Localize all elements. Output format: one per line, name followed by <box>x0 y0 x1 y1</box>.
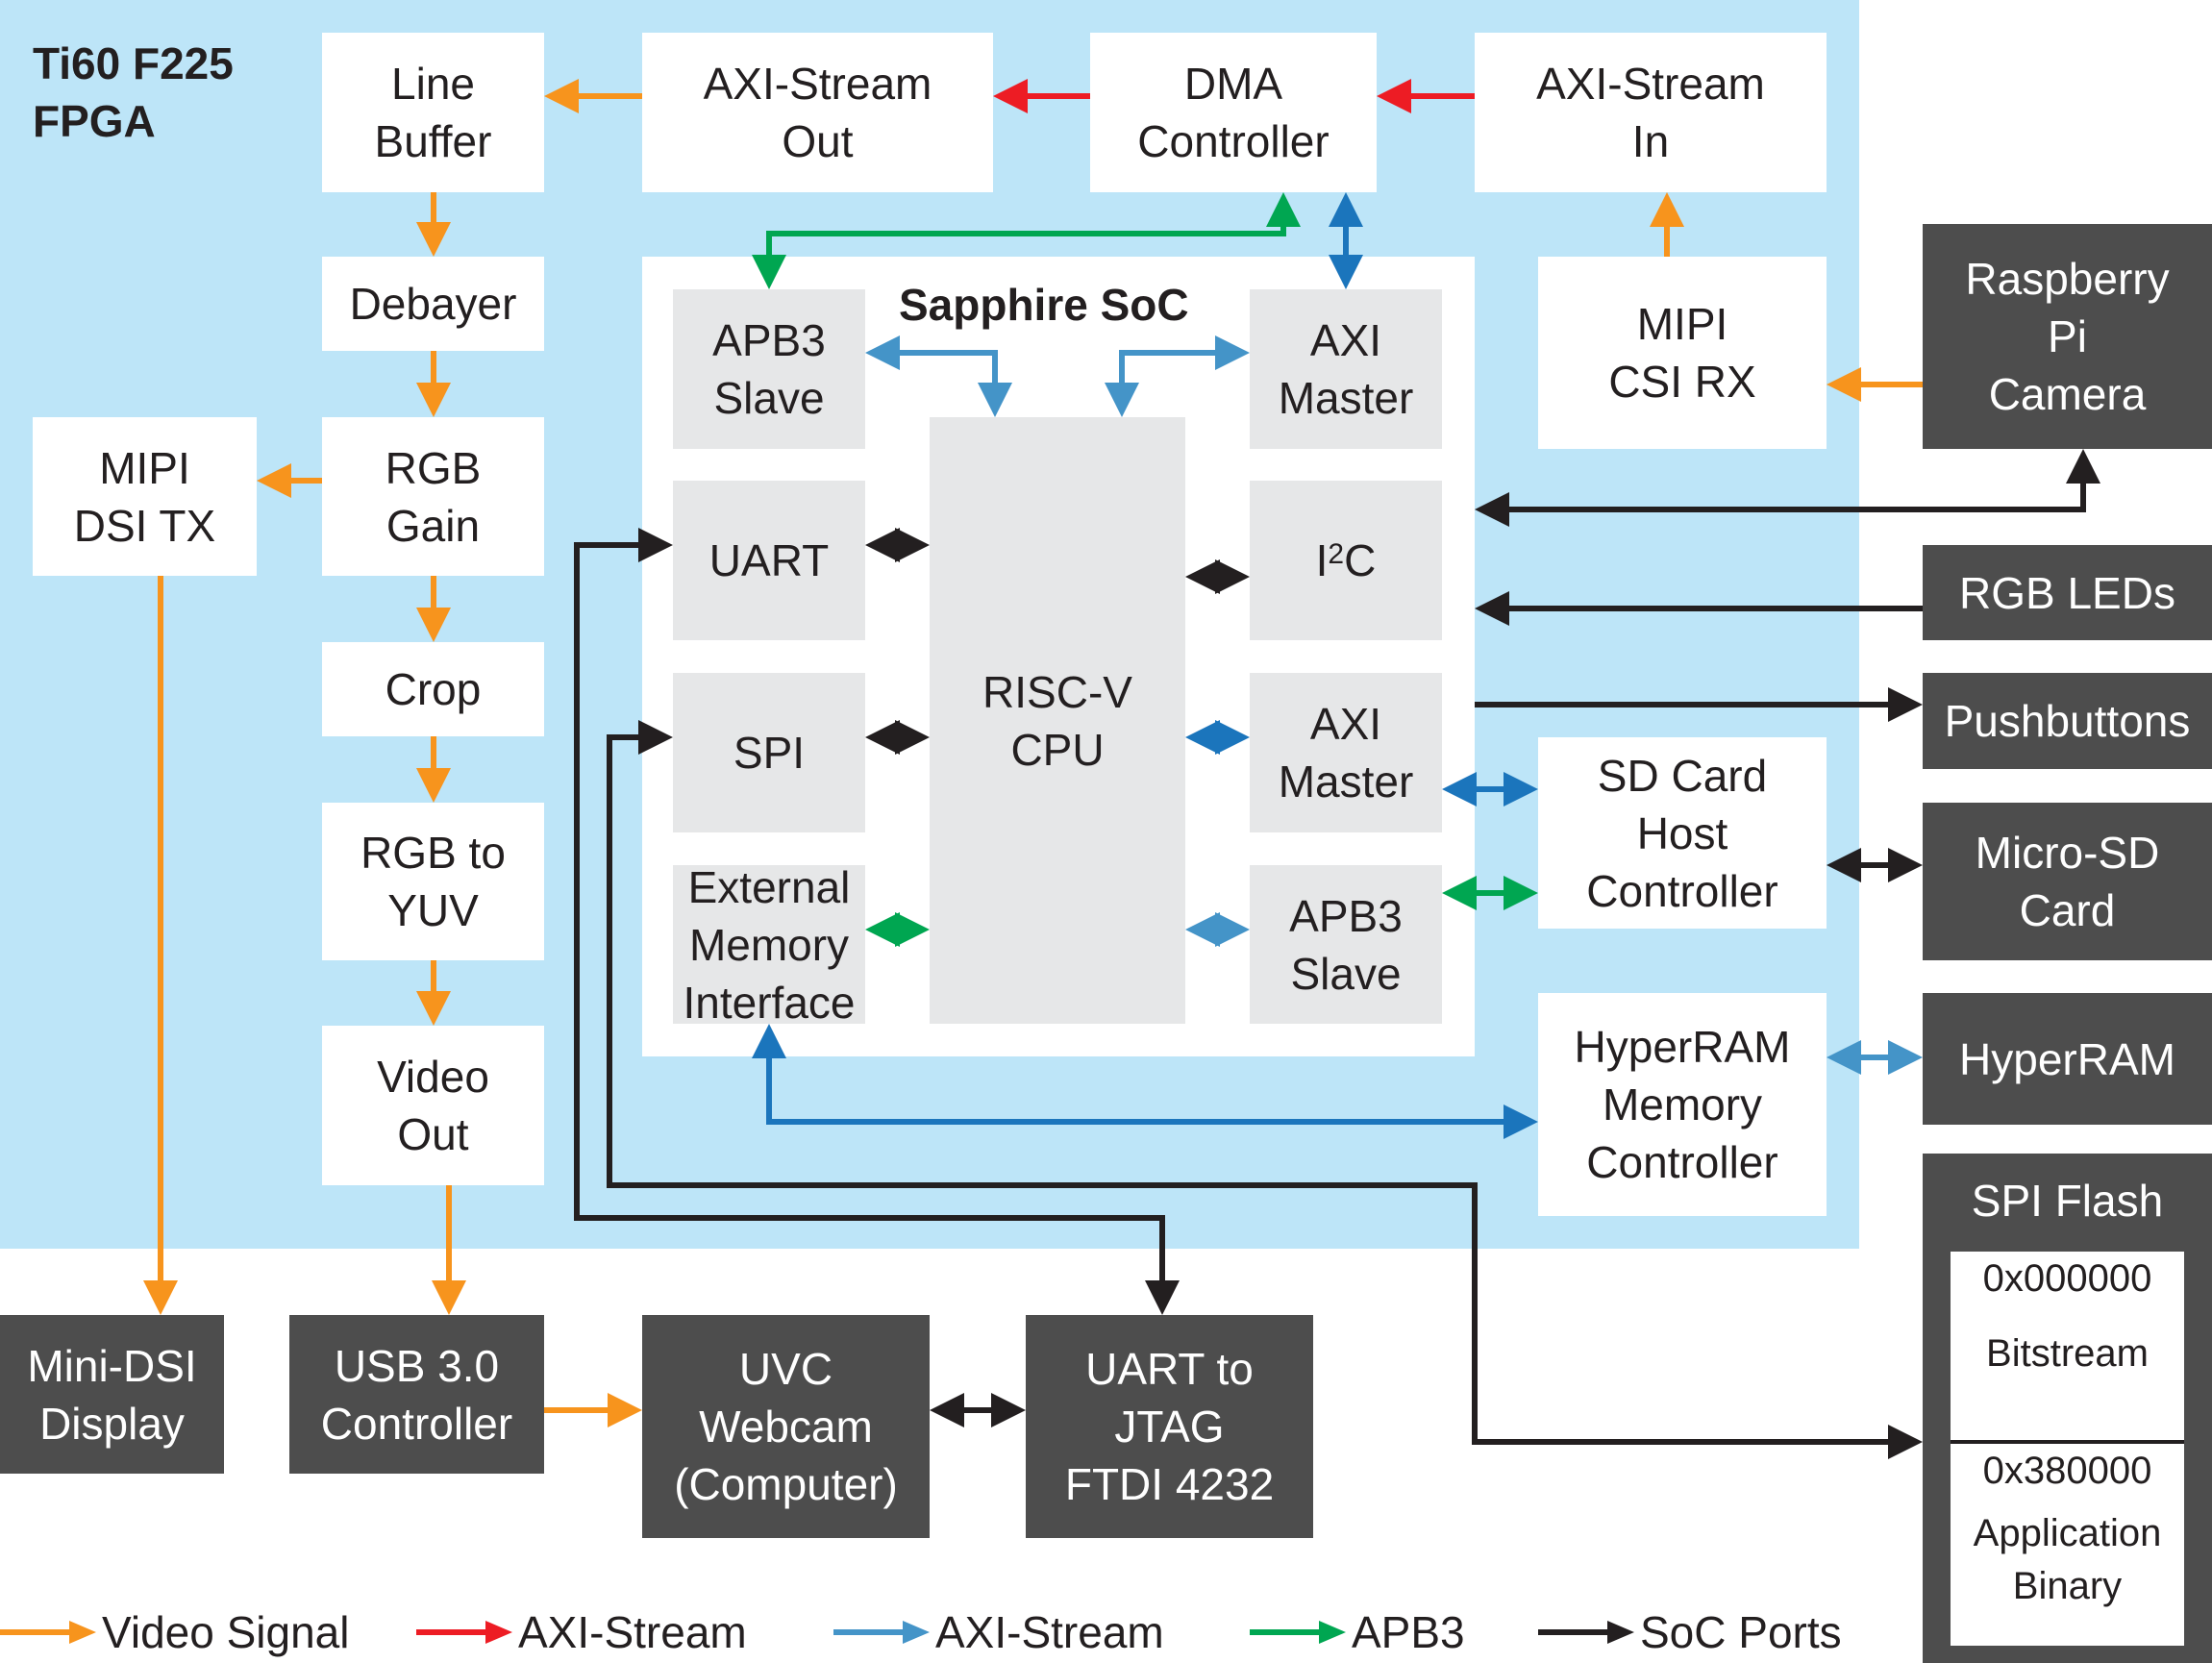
legend-axi-stream-blue: AXI-Stream <box>833 1603 1164 1661</box>
legend-video-signal: Video Signal <box>0 1603 349 1661</box>
legend-axi-stream-red: AXI-Stream <box>416 1603 747 1661</box>
legend-label: Video Signal <box>102 1607 350 1657</box>
legend-arrow-icon <box>1250 1621 1346 1644</box>
legend-label: SoC Ports <box>1640 1607 1842 1657</box>
legend-label: APB3 <box>1352 1607 1465 1657</box>
wire-ext-mem-hyperram-mc <box>752 1024 1538 1139</box>
legend-soc-ports: SoC Ports <box>1538 1603 1842 1661</box>
legend-apb3: APB3 <box>1250 1603 1465 1661</box>
legend-label: AXI-Stream <box>935 1607 1164 1657</box>
wire-axi-master-top-cpu <box>1105 335 1250 417</box>
legend-arrow-icon <box>833 1621 930 1644</box>
legend-arrow-icon <box>0 1621 96 1644</box>
wire-uart-jtag <box>574 528 1180 1315</box>
wire-spi-flash <box>607 720 1923 1459</box>
legend-arrow-icon <box>416 1621 512 1644</box>
legend-label: AXI-Stream <box>518 1607 747 1657</box>
wire-i2c-camera <box>1475 449 2100 527</box>
connection-wires <box>143 79 2100 1459</box>
wire-apb3-top-cpu <box>865 335 1012 417</box>
legend-arrow-icon <box>1538 1621 1634 1644</box>
wire-dma-apb3 <box>752 192 1301 289</box>
